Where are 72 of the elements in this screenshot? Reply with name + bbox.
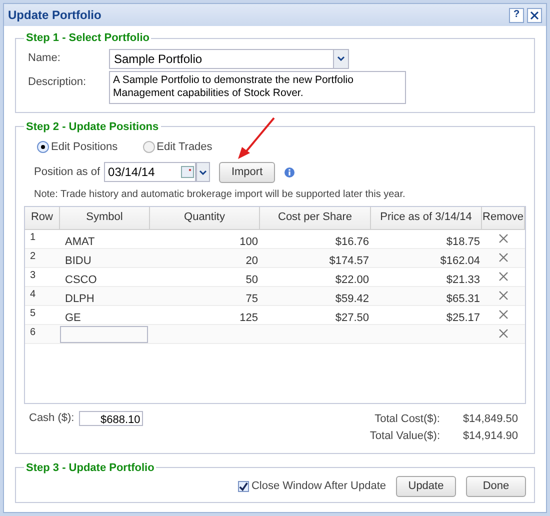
section-title: Step 1 - Select Portfolio: [25, 31, 150, 46]
table-cell-text: 50: [244, 272, 259, 286]
field-label: Description:: [27, 74, 88, 90]
cash-field[interactable]: $688.10: [79, 411, 144, 426]
table-cell-text: CSCO: [64, 272, 98, 286]
table-cell-text: $174.57: [328, 254, 370, 266]
calendar-icon: [181, 166, 194, 178]
table-cell-text: GE: [64, 310, 82, 324]
table-cell-text: 75: [244, 292, 259, 304]
table-cell-text: $25.17: [445, 310, 481, 324]
radio-option[interactable]: Edit Positions: [37, 139, 118, 156]
pointer-arrow: [236, 116, 276, 161]
table-cell-text: $162.04: [439, 254, 481, 266]
window-title: Update Portfolio: [8, 7, 102, 24]
table-cell-text: 125: [238, 310, 259, 324]
table-cell-text: $59.42: [334, 292, 370, 304]
row-number: 5: [29, 306, 37, 320]
column-header: Symbol: [60, 206, 150, 228]
section-title: Step 3 - Update Portfolio: [25, 460, 156, 476]
action-button[interactable]: Update: [396, 476, 456, 497]
column-header: Quantity: [150, 206, 260, 228]
action-button[interactable]: Done: [466, 476, 526, 497]
column-header: Row: [25, 206, 60, 228]
field-label: Cash ($):: [29, 411, 74, 426]
note-text: Note: Trade history and automatic brokerage import will be supported later this year.: [33, 188, 406, 202]
row-number: 1: [29, 230, 37, 244]
row-number: 2: [29, 250, 37, 264]
field-label: Position as of: [34, 164, 100, 180]
remove-icon[interactable]: [499, 234, 508, 243]
total-label: Total Value($):: [368, 429, 440, 444]
column-header: Cost per Share: [260, 206, 371, 228]
total-value: $14,849.50: [462, 412, 518, 426]
remove-icon[interactable]: [499, 291, 508, 300]
column-header: Remove: [482, 206, 525, 228]
column-header: Price as of 3/14/14: [371, 206, 482, 228]
table-cell-text: BIDU: [64, 254, 92, 266]
remove-icon[interactable]: [499, 253, 508, 262]
description-field[interactable]: A Sample Portfolio to demonstrate the new Portfolio Management capabilities of Stock Rover.: [109, 70, 406, 104]
table-cell-text: $16.76: [334, 234, 370, 248]
table-cell-text: 20: [244, 254, 259, 266]
table-cell-text: $22.00: [334, 272, 370, 286]
table-cell-text: $18.75: [445, 234, 481, 248]
table-cell-text: $65.31: [445, 292, 481, 304]
date-field[interactable]: 03/14/14: [104, 162, 196, 182]
info-icon[interactable]: [284, 166, 296, 178]
close-icon: [530, 10, 539, 20]
radio-option[interactable]: Edit Trades: [142, 139, 212, 156]
dropdown-button[interactable]: [196, 162, 210, 182]
caret-icon: [199, 170, 208, 174]
row-number: 4: [29, 288, 37, 302]
remove-icon[interactable]: [499, 272, 508, 281]
symbol-input[interactable]: [60, 326, 148, 342]
help-button[interactable]: ?: [509, 8, 524, 22]
caret-icon: [337, 56, 345, 61]
remove-icon[interactable]: [499, 310, 508, 319]
total-value: $14,914.90: [462, 429, 518, 444]
table-cell-text: $27.50: [334, 310, 370, 324]
row-number: 6: [29, 326, 37, 340]
table-cell-text: AMAT: [64, 234, 96, 248]
remove-icon[interactable]: [499, 329, 508, 338]
section-title: Step 2 - Update Positions: [25, 120, 160, 134]
table-cell-text: $21.33: [445, 272, 481, 286]
table-cell-text: 100: [238, 234, 259, 248]
close-after-checkbox[interactable]: Close Window After Update: [238, 478, 386, 495]
name-dropdown[interactable]: Sample Portfolio: [109, 48, 349, 68]
table-cell-text: DLPH: [64, 292, 96, 304]
import-button[interactable]: Import: [219, 162, 276, 182]
total-label: Total Cost($):: [374, 412, 440, 426]
field-label: Name:: [27, 51, 62, 66]
row-number: 3: [29, 268, 37, 282]
close-button[interactable]: [527, 8, 542, 22]
check-icon: [239, 482, 248, 492]
